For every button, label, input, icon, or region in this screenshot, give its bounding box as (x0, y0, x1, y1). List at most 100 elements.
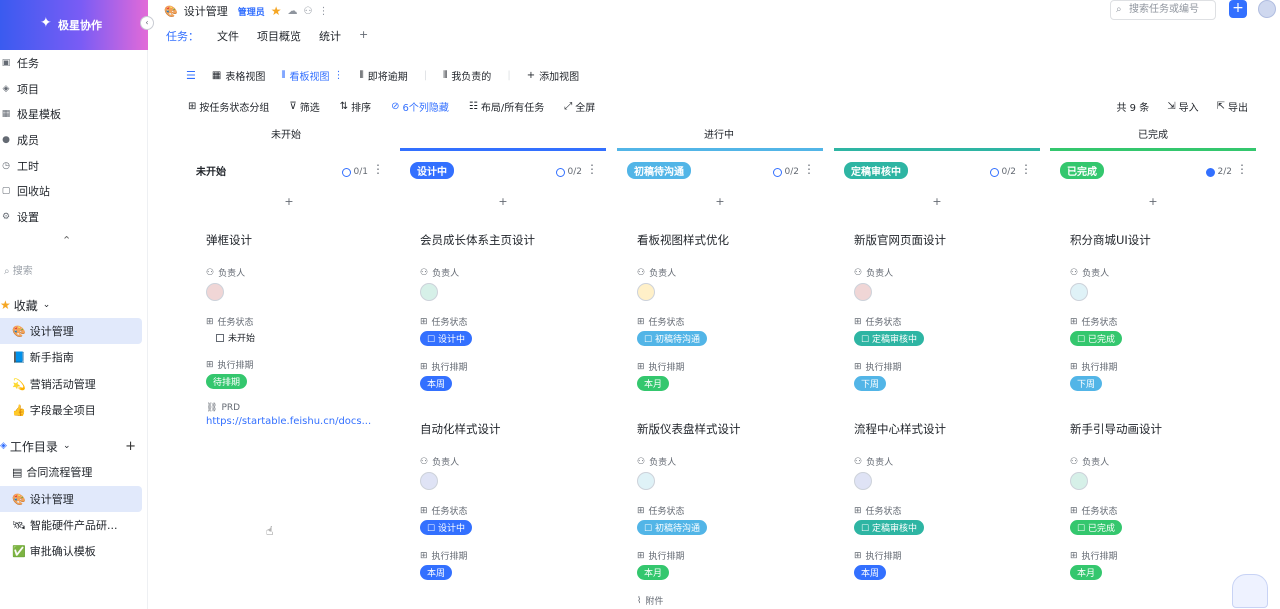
user-avatar[interactable] (1258, 0, 1276, 18)
avatar[interactable] (854, 283, 872, 301)
add-card-icon[interactable]: + (186, 195, 392, 208)
search-input[interactable]: ⌕ 搜索任务或编号 (1110, 0, 1216, 20)
schedule-pill[interactable]: 本周 (420, 565, 453, 580)
add-view-button[interactable]: + 添加视图 (527, 68, 579, 83)
favorites-header[interactable]: ★ 收藏 ⌄ (0, 295, 148, 315)
state-value[interactable]: 未开始 (216, 331, 408, 344)
task-card[interactable]: 新版仪表盘样式设计 ⚇ 负责人 ⊞ 任务状态 ☐ 初稿待沟通 ⊞ 执行排期 本月 ⌇ 附件 (633, 421, 839, 607)
task-card[interactable]: 看板视图样式优化 ⚇ 负责人 ⊞ 任务状态 ☐ 初稿待沟通 ⊞ 执行排期 本月 (633, 232, 839, 391)
group-by-button[interactable]: ⊞ 按任务状态分组 (188, 99, 269, 114)
column-more-icon[interactable]: ⋮ (1236, 162, 1248, 176)
layout-button[interactable]: ☷ 布局/所有任务 (469, 99, 544, 114)
sidebar-item-templates[interactable]: ▦ 极星模板 (0, 104, 148, 124)
schedule-pill[interactable]: 本月 (1070, 565, 1103, 580)
export-button[interactable]: ⇱ 导出 (1217, 99, 1248, 114)
schedule-pill[interactable]: 待排期 (206, 374, 248, 389)
task-card[interactable]: 弹框设计 ⚇ 负责人 ⊞ 任务状态 未开始 ⊞ 执行排期 待排期 ⛓ PRD https://star… (202, 232, 408, 427)
state-pill[interactable]: ☐ 定稿审核中 (854, 331, 924, 346)
tab-due-soon[interactable]: ⫴ 即将逾期 (360, 68, 408, 83)
column-more-icon[interactable]: ⋮ (586, 162, 598, 176)
add-tab-icon[interactable]: + (359, 28, 368, 44)
sidebar-item-projects[interactable]: ◈ 项目 (0, 79, 148, 99)
tab-board-view[interactable]: ⫴ 看板视图 ⋮ (281, 68, 343, 83)
assistant-mascot[interactable] (1232, 574, 1268, 608)
state-pill[interactable]: ☐ 已完成 (1070, 520, 1122, 535)
task-card[interactable]: 新手引导动画设计 ⚇ 负责人 ⊞ 任务状态 ☐ 已完成 ⊞ 执行排期 本月 (1066, 421, 1272, 580)
add-card-icon[interactable]: + (617, 195, 823, 208)
task-card[interactable]: 新版官网页面设计 ⚇ 负责人 ⊞ 任务状态 ☐ 定稿审核中 ⊞ 执行排期 下周 (850, 232, 1056, 391)
column-more-icon[interactable]: ⋮ (803, 162, 815, 176)
filter-button[interactable]: ⊽ 筛选 (289, 99, 319, 114)
checkbox-icon (216, 333, 224, 342)
state-pill[interactable]: ☐ 设计中 (420, 520, 472, 535)
add-card-icon[interactable]: + (1050, 195, 1256, 208)
sidebar-item-members[interactable]: ● 成员 (0, 130, 148, 150)
avatar[interactable] (1070, 472, 1088, 490)
menu-icon[interactable]: ☰ (186, 69, 196, 82)
avatar[interactable] (420, 283, 438, 301)
more-icon[interactable]: ⋮ (318, 6, 328, 17)
workdir-header[interactable]: ◈ 工作目录 ⌄ + (0, 436, 148, 456)
workdir-item[interactable]: 🎨 设计管理 (0, 486, 142, 512)
state-pill[interactable]: ☐ 初稿待沟通 (637, 520, 707, 535)
schedule-pill[interactable]: 本周 (854, 565, 887, 580)
tab-files[interactable]: 文件 (217, 28, 239, 44)
field-icon: ⊞ (854, 316, 862, 327)
schedule-pill[interactable]: 本周 (420, 376, 453, 391)
cloud-icon[interactable]: ☁ (287, 6, 297, 17)
task-card[interactable]: 流程中心样式设计 ⚇ 负责人 ⊞ 任务状态 ☐ 定稿审核中 ⊞ 执行排期 本周 (850, 421, 1056, 580)
people-icon[interactable]: ⚇ (303, 6, 312, 17)
tab-stats[interactable]: 统计 (319, 28, 341, 44)
add-button[interactable]: + (1229, 0, 1247, 18)
state-pill[interactable]: ☐ 初稿待沟通 (637, 331, 707, 346)
card-title: 流程中心样式设计 (854, 422, 946, 436)
avatar[interactable] (420, 472, 438, 490)
avatar[interactable] (206, 283, 224, 301)
favorite-item[interactable]: 💫 营销活动管理 (0, 371, 142, 397)
workdir-item[interactable]: ▤ 合同流程管理 (0, 459, 142, 485)
sidebar-item-settings[interactable]: ⚙ 设置 (0, 207, 148, 227)
tab-tasks[interactable]: 任务： (166, 28, 199, 44)
add-card-icon[interactable]: + (834, 195, 1040, 208)
tab-my-tasks[interactable]: ⫴ 我负责的 (443, 68, 491, 83)
column-more-icon[interactable]: ⋮ (372, 162, 384, 176)
star-icon[interactable]: ★ (271, 4, 282, 18)
progress-ring-icon (1205, 167, 1215, 177)
avatar[interactable] (854, 472, 872, 490)
favorite-item[interactable]: 🎨 设计管理 (0, 318, 142, 344)
state-label: ⊞ 任务状态 (637, 505, 685, 518)
workdir-item[interactable]: ✅ 审批确认模板 (0, 538, 142, 564)
sidebar-search[interactable]: ⌕ 搜索 (4, 262, 33, 277)
state-pill[interactable]: ☐ 已完成 (1070, 331, 1122, 346)
schedule-pill[interactable]: 下周 (854, 376, 887, 391)
board-column: 未开始 0/1 ⋮ + (186, 148, 392, 208)
sidebar-item-recycle[interactable]: ▢ 回收站 (0, 181, 148, 201)
task-card[interactable]: 自动化样式设计 ⚇ 负责人 ⊞ 任务状态 ☐ 设计中 ⊞ 执行排期 本周 (416, 421, 622, 580)
tab-overview[interactable]: 项目概览 (257, 28, 301, 44)
add-card-icon[interactable]: + (400, 195, 606, 208)
prd-link[interactable]: https://startable.feishu.cn/docs... (206, 416, 408, 427)
task-card[interactable]: 积分商城UI设计 ⚇ 负责人 ⊞ 任务状态 ☐ 已完成 ⊞ 执行排期 下周 (1066, 232, 1272, 391)
avatar[interactable] (637, 283, 655, 301)
state-pill[interactable]: ☐ 定稿审核中 (854, 520, 924, 535)
fullscreen-button[interactable]: ⤢ 全屏 (564, 99, 595, 114)
sidebar-item-tasks[interactable]: ▣ 任务 (0, 53, 148, 73)
task-card[interactable]: 会员成长体系主页设计 ⚇ 负责人 ⊞ 任务状态 ☐ 设计中 ⊞ 执行排期 本周 (416, 232, 622, 391)
schedule-pill[interactable]: 本月 (637, 376, 670, 391)
chevron-up-icon[interactable]: ⌃ (62, 234, 71, 247)
schedule-pill[interactable]: 下周 (1070, 376, 1103, 391)
sidebar-item-worktime[interactable]: ◷ 工时 (0, 156, 148, 176)
avatar[interactable] (1070, 283, 1088, 301)
favorite-item[interactable]: 👍 字段最全项目 (0, 397, 142, 423)
column-more-icon[interactable]: ⋮ (1020, 162, 1032, 176)
workdir-item[interactable]: 🛰 智能硬件产品研... (0, 512, 142, 538)
state-pill[interactable]: ☐ 设计中 (420, 331, 472, 346)
hidden-columns-button[interactable]: ⊘ 6个列隐藏 (391, 99, 449, 114)
favorite-item[interactable]: 📘 新手指南 (0, 344, 142, 370)
import-button[interactable]: ⇲ 导入 (1167, 99, 1198, 114)
avatar[interactable] (637, 472, 655, 490)
schedule-pill[interactable]: 本月 (637, 565, 670, 580)
add-workdir-icon[interactable]: + (125, 439, 136, 454)
sort-button[interactable]: ⇅ 排序 (340, 99, 371, 114)
tab-table-view[interactable]: ▦ 表格视图 (212, 68, 265, 83)
